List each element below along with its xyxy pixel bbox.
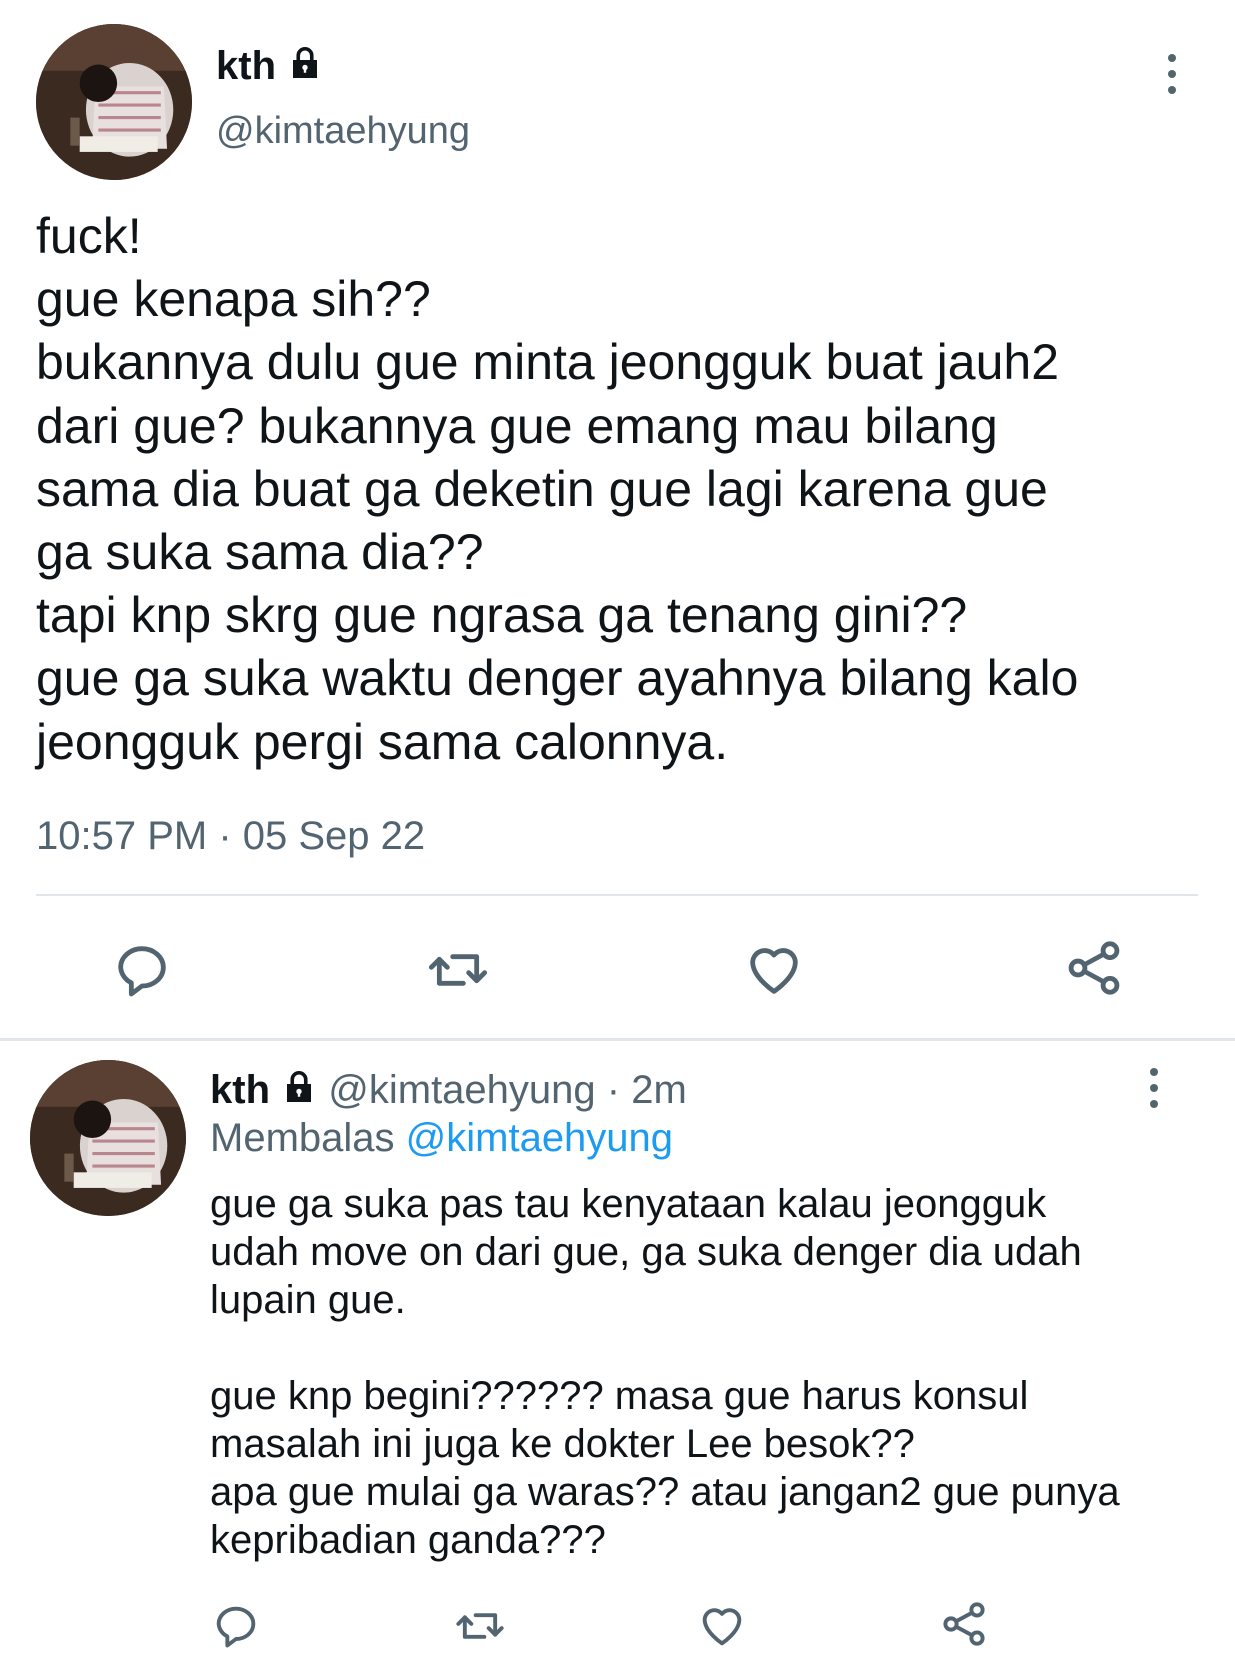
lock-icon xyxy=(287,44,323,92)
reply-retweet-icon[interactable] xyxy=(452,1600,508,1652)
reply-like-icon[interactable] xyxy=(696,1600,748,1652)
reply-avatar[interactable] xyxy=(30,1060,186,1216)
avatar[interactable] xyxy=(36,24,192,180)
divider xyxy=(36,894,1198,896)
reply-share-icon[interactable] xyxy=(938,1598,990,1650)
replying-label: Membalas xyxy=(210,1116,395,1160)
display-name[interactable]: kth xyxy=(216,42,323,92)
display-name-text: kth xyxy=(216,44,276,88)
like-icon[interactable] xyxy=(742,938,806,1002)
reply-icon[interactable] xyxy=(110,938,174,1002)
replying-to-link[interactable]: @kimtaehyung xyxy=(406,1116,673,1160)
avatar-photo xyxy=(36,24,192,180)
lock-icon xyxy=(281,1068,317,1116)
retweet-icon[interactable] xyxy=(424,938,492,1002)
tweet-text: fuck! gue kenapa sih?? bukannya dulu gue… xyxy=(36,208,1079,770)
handle[interactable]: @kimtaehyung xyxy=(216,108,470,154)
reply-reply-icon[interactable] xyxy=(210,1600,262,1652)
reply-text: gue ga suka pas tau kenyataan kalau jeon… xyxy=(210,1182,1120,1562)
section-separator xyxy=(0,1038,1235,1041)
reply-time[interactable]: · 2m xyxy=(607,1068,687,1112)
share-icon[interactable] xyxy=(1062,936,1126,1000)
reply-header: kth @kimtaehyung · 2m xyxy=(210,1066,687,1116)
tweet-timestamp[interactable]: 10:57 PM · 05 Sep 22 xyxy=(36,812,425,860)
more-icon[interactable] xyxy=(1166,54,1178,94)
reply-more-icon[interactable] xyxy=(1148,1068,1160,1108)
reply-avatar-photo xyxy=(30,1060,186,1216)
replying-to-line: Membalas @kimtaehyung xyxy=(210,1114,673,1162)
reply-handle[interactable]: @kimtaehyung xyxy=(328,1068,595,1112)
reply-display-name[interactable]: kth xyxy=(210,1068,270,1112)
